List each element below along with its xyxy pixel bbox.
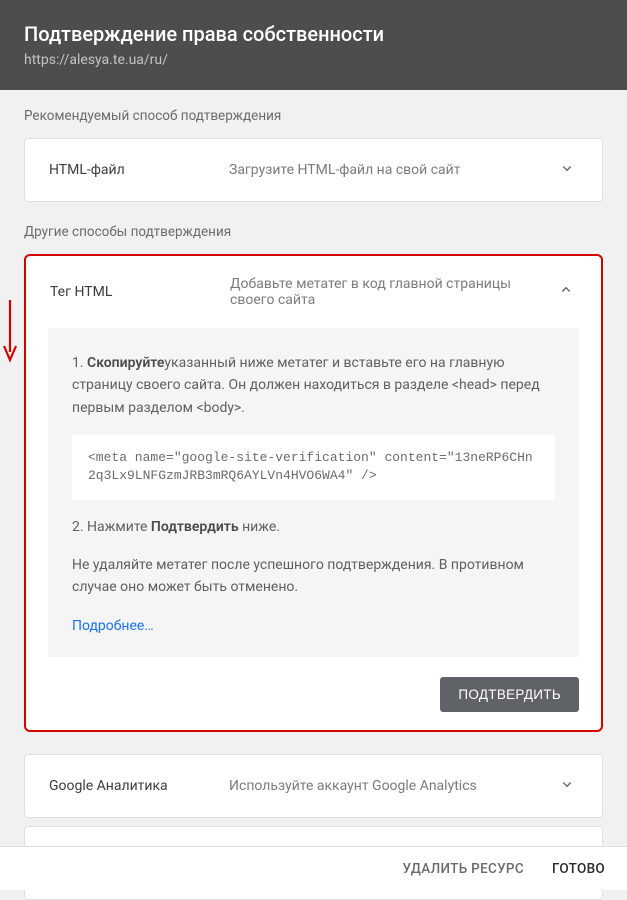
method-title: Google Аналитика (49, 778, 229, 794)
method-html-file[interactable]: HTML-файл Загрузите HTML-файл на свой са… (24, 138, 603, 202)
recommended-section-label: Рекомендуемый способ подтверждения (24, 108, 603, 124)
method-desc: Загрузите HTML-файл на свой сайт (229, 162, 558, 178)
step-1: 1. Скопируйтеуказанный ниже метатег и вс… (72, 352, 555, 419)
delete-resource-button[interactable]: УДАЛИТЬ РЕСУРС (403, 861, 524, 877)
dialog-footer: УДАЛИТЬ РЕСУРС ГОТОВО (0, 846, 627, 890)
dialog-header: Подтверждение права собственности https:… (0, 0, 627, 90)
site-url: https://alesya.te.ua/ru/ (24, 52, 603, 68)
warning-note: Не удаляйте метатег после успешного подт… (72, 554, 555, 599)
method-html-tag-header[interactable]: Тег HTML Добавьте метатег в код главной … (26, 256, 601, 328)
learn-more-link[interactable]: Подробнее… (72, 618, 154, 634)
method-html-tag: Тег HTML Добавьте метатег в код главной … (24, 254, 603, 732)
method-html-tag-body: 1. Скопируйтеуказанный ниже метатег и вс… (48, 328, 579, 657)
step-2: 2. Нажмите Подтвердить ниже. (72, 516, 555, 538)
method-desc: Используйте аккаунт Google Analytics (229, 778, 558, 794)
dialog-content: Рекомендуемый способ подтверждения HTML-… (0, 90, 627, 900)
chevron-down-icon (558, 159, 578, 181)
method-title: HTML-файл (49, 162, 229, 178)
done-button[interactable]: ГОТОВО (552, 861, 605, 877)
chevron-up-icon (557, 281, 577, 303)
method-title: Тег HTML (50, 284, 230, 300)
method-desc: Добавьте метатег в код главной страницы … (230, 276, 557, 308)
other-section-label: Другие способы подтверждения (24, 224, 603, 240)
confirm-button[interactable]: ПОДТВЕРДИТЬ (440, 677, 579, 712)
page-title: Подтверждение права собственности (24, 22, 603, 46)
confirm-row: ПОДТВЕРДИТЬ (26, 677, 601, 730)
meta-tag-code[interactable]: <meta name="google-site-verification" co… (72, 435, 555, 499)
chevron-down-icon (558, 775, 578, 797)
annotation-arrow-icon (2, 298, 24, 368)
method-google-analytics[interactable]: Google Аналитика Используйте аккаунт Goo… (24, 754, 603, 818)
